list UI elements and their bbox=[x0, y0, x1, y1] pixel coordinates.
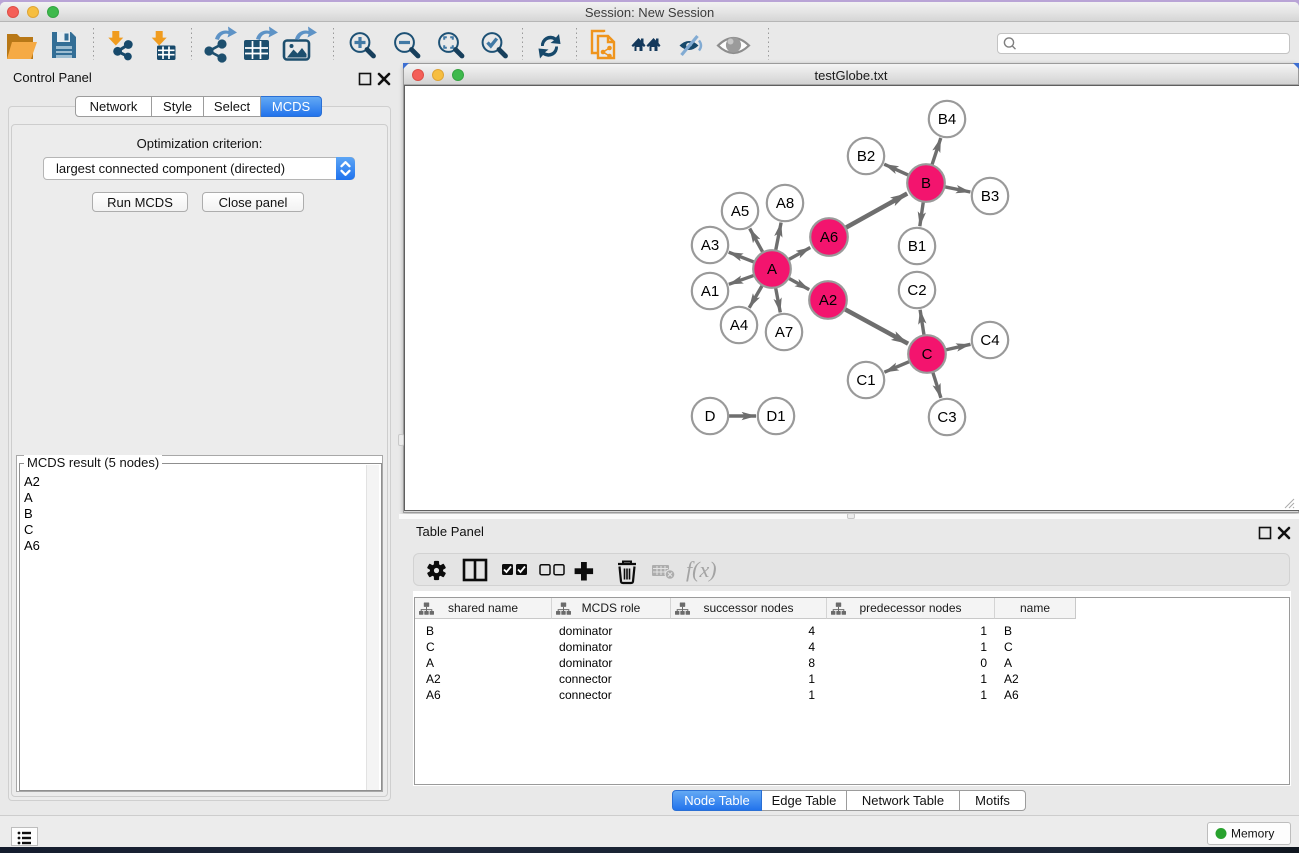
svg-text:A: A bbox=[767, 261, 777, 278]
svg-text:B2: B2 bbox=[857, 148, 875, 165]
svg-text:D1: D1 bbox=[766, 408, 785, 425]
svg-text:A7: A7 bbox=[775, 324, 793, 341]
svg-text:A5: A5 bbox=[731, 203, 749, 220]
svg-text:B4: B4 bbox=[938, 111, 956, 128]
svg-text:B3: B3 bbox=[981, 188, 999, 205]
svg-text:A4: A4 bbox=[730, 317, 748, 334]
svg-text:A2: A2 bbox=[819, 292, 837, 309]
svg-text:Memory: Memory bbox=[1231, 827, 1274, 841]
svg-text:A8: A8 bbox=[776, 195, 794, 212]
svg-text:C2: C2 bbox=[907, 282, 926, 299]
svg-text:A3: A3 bbox=[701, 237, 719, 254]
svg-text:B1: B1 bbox=[908, 238, 926, 255]
svg-text:C: C bbox=[922, 346, 933, 363]
svg-text:A6: A6 bbox=[820, 229, 838, 246]
svg-text:D: D bbox=[705, 408, 716, 425]
svg-text:B: B bbox=[921, 175, 931, 192]
svg-text:A1: A1 bbox=[701, 283, 719, 300]
svg-text:C4: C4 bbox=[980, 332, 999, 349]
svg-text:C1: C1 bbox=[856, 372, 875, 389]
svg-text:C3: C3 bbox=[937, 409, 956, 426]
svg-text:f(x): f(x) bbox=[686, 557, 717, 582]
